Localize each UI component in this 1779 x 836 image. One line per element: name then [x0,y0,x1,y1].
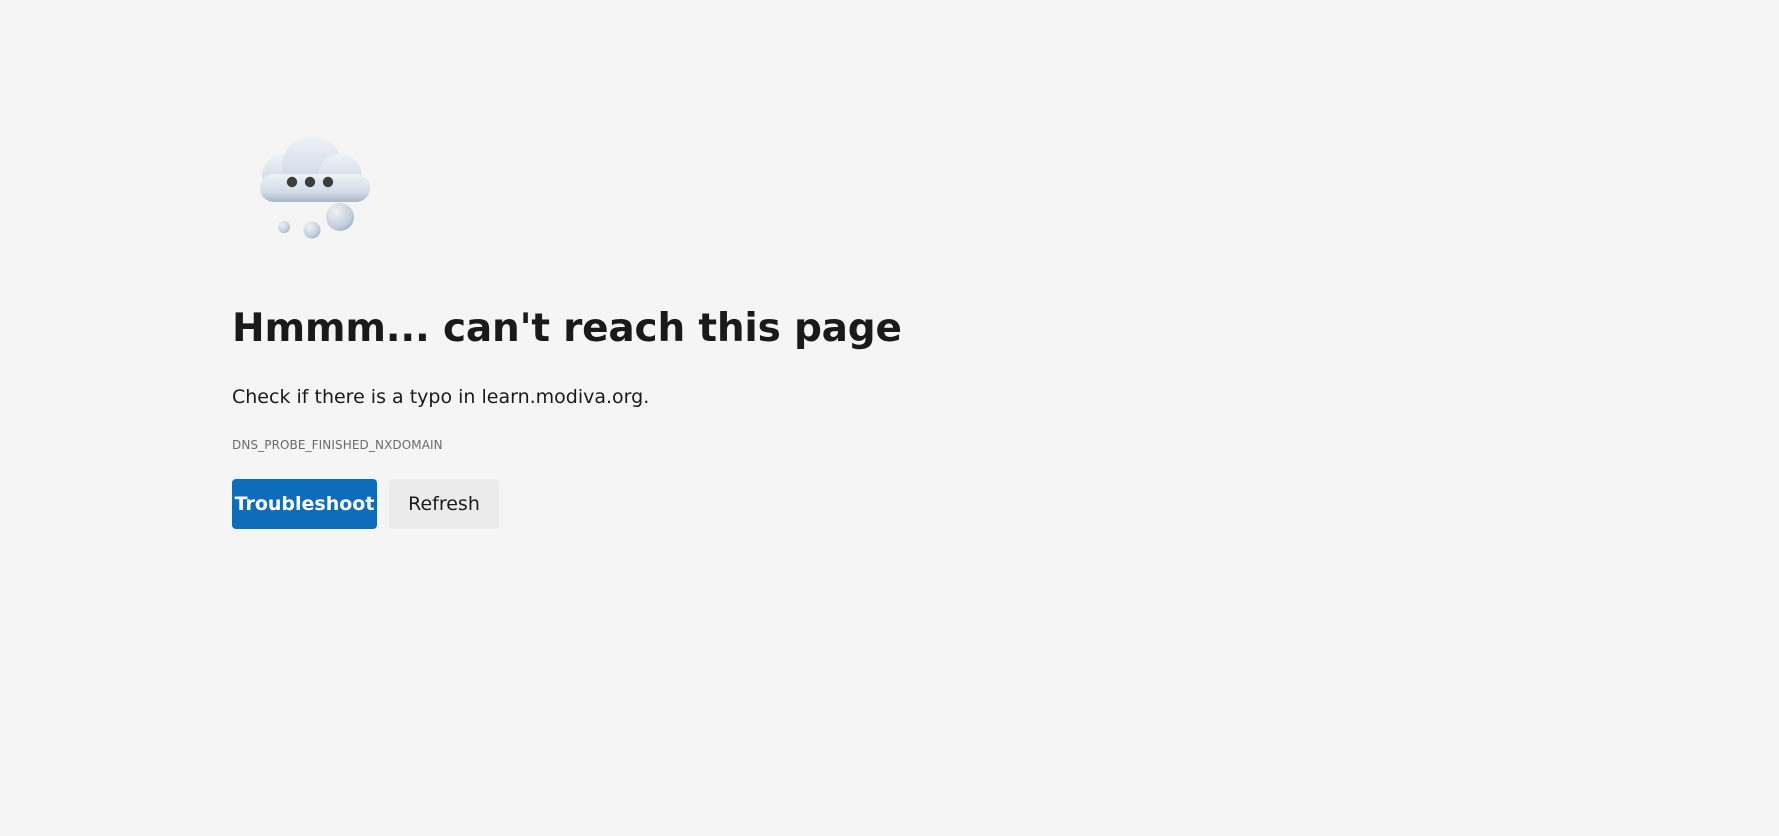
action-buttons: Troubleshoot Refresh [232,479,499,529]
troubleshoot-button[interactable]: Troubleshoot [232,479,377,529]
error-description: Check if there is a typo in learn.modiva… [232,386,650,408]
error-code: DNS_PROBE_FINISHED_NXDOMAIN [232,438,443,452]
thinking-cloud-icon [246,134,386,244]
refresh-button[interactable]: Refresh [389,479,499,529]
page-title: Hmmm... can't reach this page [232,306,902,351]
